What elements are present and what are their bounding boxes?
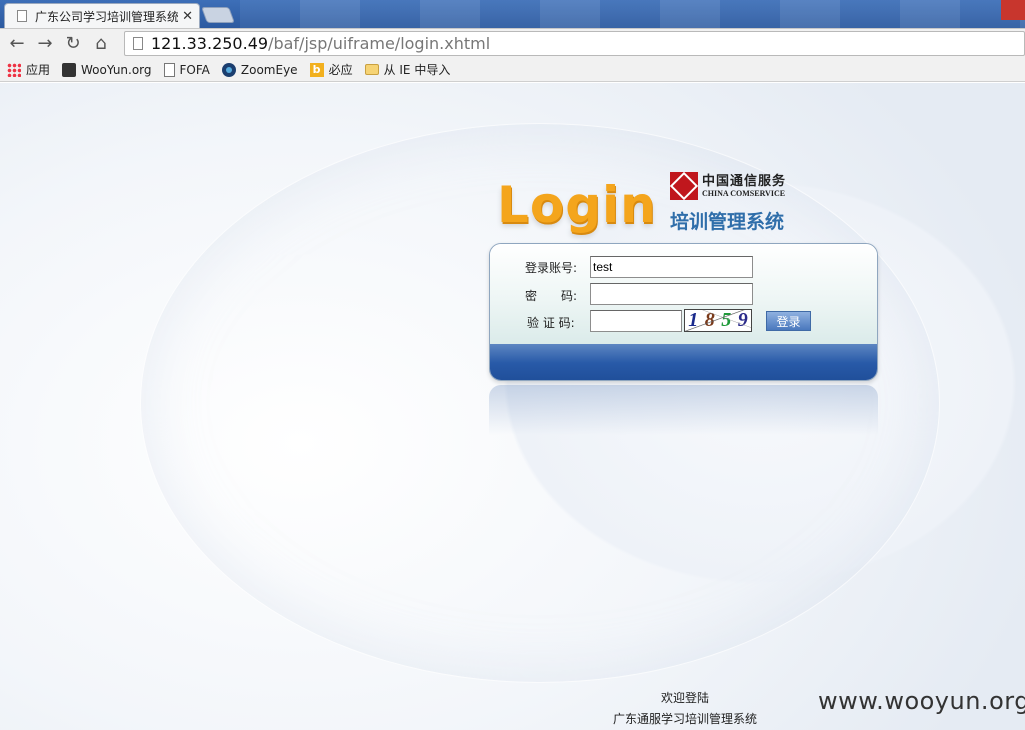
captcha-label: 验 证 码: [527,316,575,330]
bookmarks-bar: 应用 WooYun.org FOFA ZoomEye b 必应 从 IE 中导入 [0,58,1025,82]
tab-title: 广东公司学习培训管理系统 [35,9,179,24]
back-arrow-icon[interactable]: ← [4,31,30,57]
bookmark-label: 从 IE 中导入 [383,63,451,77]
password-label: 密 码: [525,289,578,303]
bookmark-label: 应用 [26,63,51,77]
home-icon[interactable]: ⌂ [88,31,114,57]
bookmark-label: ZoomEye [240,62,298,77]
new-tab-button[interactable] [201,7,235,23]
brand-text: 中国通信服务 CHINA COMSERVICE [702,175,786,198]
bookmark-label: WooYun.org [81,62,152,77]
browser-tab[interactable]: 广东公司学习培训管理系统 ✕ [4,3,200,28]
url-host: 121.33.250.49 [151,34,269,53]
bookmark-label: FOFA [179,62,210,77]
watermark: www.wooyun.org [818,687,1025,715]
page-icon [163,62,175,77]
page-icon [133,37,143,50]
brand-name-en: CHINA COMSERVICE [702,188,786,198]
tab-strip: 广东公司学习培训管理系统 ✕ [0,0,1025,28]
captcha-noise [685,310,751,331]
bookmark-zoomeye[interactable]: ZoomEye [221,62,298,77]
login-button[interactable]: 登录 [766,311,811,331]
window-close-button[interactable] [1001,0,1025,20]
apps-icon [7,62,21,77]
page-viewport: Login 中国通信服务 CHINA COMSERVICE 培训管理系统 [0,83,1025,730]
folder-icon [364,64,379,75]
zoomeye-icon [221,62,236,77]
reload-icon[interactable]: ↻ [60,31,86,57]
brand-name-cn: 中国通信服务 [702,173,787,189]
bookmark-bing[interactable]: b 必应 [309,61,353,78]
bookmark-wooyun[interactable]: WooYun.org [62,62,152,77]
login-logo-text: Login [497,176,657,234]
login-panel-reflection [489,385,878,435]
forward-arrow-icon[interactable]: → [32,31,58,57]
login-panel-footer-band [490,344,877,380]
account-input[interactable] [590,256,753,278]
bookmark-fofa[interactable]: FOFA [163,62,210,77]
close-tab-icon[interactable]: ✕ [182,9,193,24]
url-path: /baf/jsp/uiframe/login.xhtml [268,34,491,53]
footer-welcome: 欢迎登陆 [660,691,709,705]
bookmark-label: 必应 [328,63,353,77]
footer-system-name: 广东通服学习培训管理系统 [612,712,757,726]
login-logo: Login [497,175,657,239]
page-icon [17,10,27,22]
account-label: 登录账号: [525,261,578,275]
captcha-input[interactable] [590,310,682,332]
bookmark-import-ie[interactable]: 从 IE 中导入 [364,61,451,78]
captcha-image[interactable]: 1 8 5 9 [684,309,752,332]
password-input[interactable] [590,283,753,305]
bookmark-apps[interactable]: 应用 [7,61,50,78]
brand-logo: 中国通信服务 CHINA COMSERVICE [670,171,810,201]
system-title: 培训管理系统 [670,211,785,233]
tab-strip-background [240,0,1025,28]
address-bar[interactable]: 121.33.250.49/baf/jsp/uiframe/login.xhtm… [124,31,1025,56]
china-comservice-logo-icon [670,172,698,200]
browser-toolbar: ← → ↻ ⌂ 121.33.250.49/baf/jsp/uiframe/lo… [0,28,1025,58]
bing-icon: b [309,62,324,77]
wooyun-icon [62,62,77,77]
